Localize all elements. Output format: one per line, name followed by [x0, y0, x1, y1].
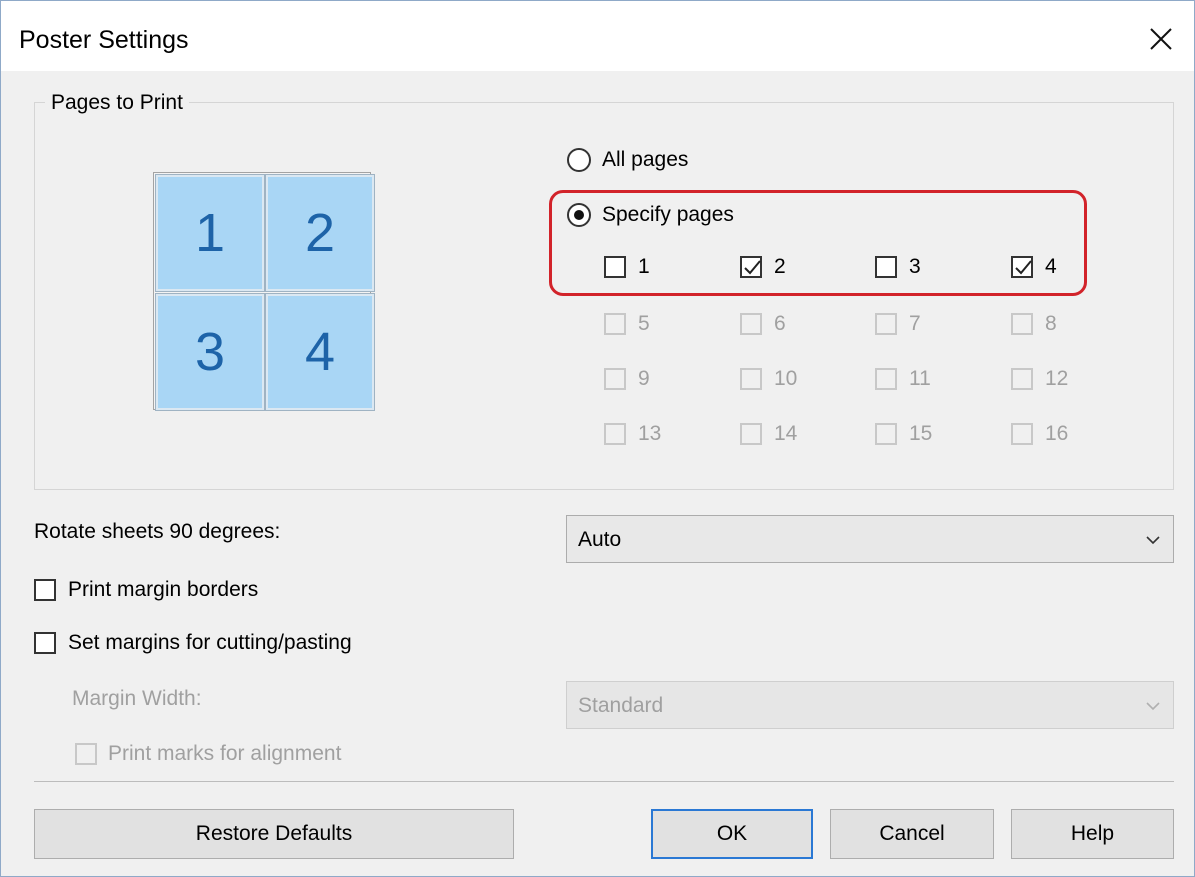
page-7-label: 7 — [909, 312, 921, 335]
ok-button[interactable]: OK — [651, 809, 813, 859]
print-marks-label: Print marks for alignment — [108, 742, 342, 765]
all-pages-radio[interactable] — [567, 148, 591, 172]
page-11-checkbox[interactable] — [875, 368, 897, 390]
rotate-sheets-dropdown[interactable]: Auto — [566, 515, 1174, 563]
page-16-label: 16 — [1045, 422, 1069, 445]
all-pages-label: All pages — [602, 148, 689, 171]
preview-tile-2: 2 — [266, 175, 374, 291]
print-margin-borders-checkbox[interactable] — [34, 579, 56, 601]
page-6-label: 6 — [774, 312, 786, 335]
page-8-label: 8 — [1045, 312, 1057, 335]
page-14-label: 14 — [774, 422, 798, 445]
rotate-sheets-value: Auto — [578, 528, 622, 551]
page-13-label: 13 — [638, 422, 662, 445]
page-15-label: 15 — [909, 422, 933, 445]
set-margins-label: Set margins for cutting/pasting — [68, 631, 352, 654]
preview-tile-1: 1 — [156, 175, 264, 291]
page-13-checkbox[interactable] — [604, 423, 626, 445]
help-button[interactable]: Help — [1011, 809, 1174, 859]
window-title: Poster Settings — [19, 26, 189, 54]
page-15-checkbox[interactable] — [875, 423, 897, 445]
page-12-checkbox[interactable] — [1011, 368, 1033, 390]
page-12-label: 12 — [1045, 367, 1069, 390]
specify-pages-highlight — [549, 190, 1087, 296]
page-6-checkbox[interactable] — [740, 313, 762, 335]
chevron-down-icon — [1146, 536, 1160, 545]
page-11-label: 11 — [909, 367, 931, 390]
restore-defaults-button[interactable]: Restore Defaults — [34, 809, 514, 859]
page-16-checkbox[interactable] — [1011, 423, 1033, 445]
page-5-checkbox[interactable] — [604, 313, 626, 335]
title-bar: Poster Settings — [1, 1, 1194, 71]
pages-to-print-title: Pages to Print — [45, 91, 189, 115]
poster-settings-dialog: Poster Settings Pages to Print 1 2 3 4 A… — [0, 0, 1195, 877]
page-7-checkbox[interactable] — [875, 313, 897, 335]
preview-tile-4: 4 — [266, 294, 374, 410]
margin-width-label: Margin Width: — [72, 687, 202, 710]
page-9-label: 9 — [638, 367, 650, 390]
print-margin-borders-label: Print margin borders — [68, 578, 259, 601]
page-5-label: 5 — [638, 312, 650, 335]
close-icon — [1150, 28, 1172, 50]
chevron-down-icon — [1146, 702, 1160, 711]
cancel-button[interactable]: Cancel — [830, 809, 994, 859]
set-margins-checkbox[interactable] — [34, 632, 56, 654]
margin-width-dropdown[interactable]: Standard — [566, 681, 1174, 729]
margin-width-value: Standard — [578, 694, 664, 717]
rotate-sheets-label: Rotate sheets 90 degrees: — [34, 520, 281, 543]
page-14-checkbox[interactable] — [740, 423, 762, 445]
separator — [34, 781, 1174, 782]
page-8-checkbox[interactable] — [1011, 313, 1033, 335]
page-9-checkbox[interactable] — [604, 368, 626, 390]
preview-tile-3: 3 — [156, 294, 264, 410]
print-marks-checkbox[interactable] — [75, 743, 97, 765]
close-button[interactable] — [1133, 17, 1189, 61]
page-10-label: 10 — [774, 367, 798, 390]
page-10-checkbox[interactable] — [740, 368, 762, 390]
